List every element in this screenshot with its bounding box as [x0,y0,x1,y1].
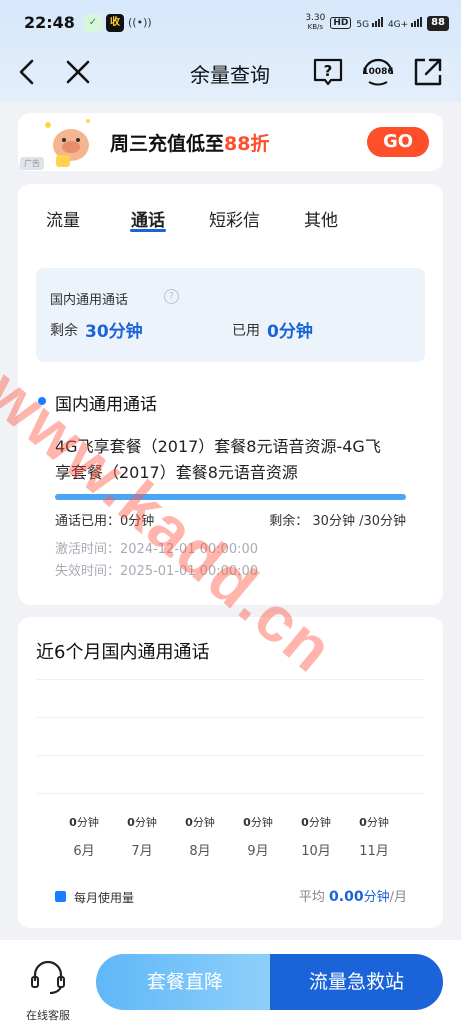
app-notification-icon: 收 [106,14,124,32]
month-label: 7月 [131,844,153,859]
activate-time: 激活时间：2024-12-01 00:00:00 [55,542,259,557]
grid-line [36,717,425,718]
status-time: 22:48 [24,13,75,32]
app-notification-icon: ✓ [84,14,102,32]
grid-line [36,793,425,794]
expire-time: 失效时间：2025-01-01 00:00:00 [55,564,259,579]
remaining-text: 剩余： 30分钟 /30分钟 [269,514,406,529]
month-usage-value: 0分钟 [127,816,157,829]
legend-label: 每月使用量 [74,891,135,905]
hotline-button[interactable]: 10086 [360,56,396,88]
close-icon [66,60,90,84]
month-usage-value: 0分钟 [69,816,99,829]
page-title: 余量查询 [190,63,270,87]
active-tab-indicator [130,229,166,232]
tab-other[interactable]: 其他 [304,206,338,231]
history-title: 近6个月国内通用通话 [36,642,210,663]
bottom-bar: 在线客服 套餐直降 流量急救站 [0,940,461,1024]
usage-card: 流量 通话 短彩信 其他 国内通用通话 ? 剩余 30分钟 已用 0分钟 国内通… [18,184,443,605]
legend-swatch [55,891,66,902]
usage-row: 通话已用：0分钟 剩余： 30分钟 /30分钟 [55,510,406,529]
ad-tag: 广告 [20,157,44,170]
month-label: 9月 [247,844,269,859]
close-button[interactable] [62,56,94,88]
navigation-bar: 余量查询 ? 10086 [0,44,461,102]
status-right-group: 3.30 KB/s HD 5G 4G+ 88 [305,14,449,32]
month-usage-value: 0分钟 [301,816,331,829]
average-usage: 平均 0.00分钟/月 [298,889,407,905]
month-label: 8月 [189,844,211,859]
online-service-label: 在线客服 [26,1009,70,1022]
section-title: 国内通用通话 [55,395,157,415]
back-button[interactable] [12,56,44,88]
mascot-icon [45,119,90,167]
month-label: 10月 [301,844,331,859]
month-label: 6月 [73,844,95,859]
data-rescue-button[interactable]: 流量急救站 [270,954,443,1010]
remaining-progress-bar [55,494,406,500]
hotline-number: 10086 [362,67,394,77]
history-card: 近6个月国内通用通话 0分钟 6月 0分钟 7月 0分钟 8月 0分钟 9月 0分钟 10月 0分钟… [18,617,443,928]
grid-line [36,755,425,756]
online-service-button[interactable]: 在线客服 [18,957,78,1022]
summary-box: 国内通用通话 ? 剩余 30分钟 已用 0分钟 [36,268,425,362]
share-button[interactable] [412,56,444,88]
hd-badge: HD [330,17,352,29]
month-label: 11月 [359,844,389,859]
help-button[interactable]: ? [312,56,344,88]
info-icon[interactable]: ? [164,289,179,304]
svg-text:?: ? [324,62,333,80]
used-text: 通话已用：0分钟 [55,514,155,529]
status-bar: 22:48 ✓ 收 ((•)) 3.30 KB/s HD 5G 4G+ 88 [0,0,461,44]
nfc-icon: ((•)) [128,16,152,29]
tab-voice[interactable]: 通话 [131,206,165,231]
tab-data[interactable]: 流量 [46,206,80,231]
summary-title: 国内通用通话 [50,293,129,308]
sim2-signal: 4G+ [388,16,423,30]
promo-banner[interactable]: 广告 周三充值低至88折 GO [18,113,443,171]
month-usage-value: 0分钟 [359,816,389,829]
share-icon [414,58,442,86]
sim1-signal: 5G [356,16,383,30]
package-name: 4G飞享套餐（2017）套餐8元语音资源-4G飞 享套餐（2017）套餐8元语音资… [55,437,381,482]
net-speed: 3.30 KB/s [305,13,326,32]
category-tabs: 流量 通话 短彩信 其他 [18,206,443,236]
top-area: 22:48 ✓ 收 ((•)) 3.30 KB/s HD 5G 4G+ 88 余量… [0,0,461,102]
used-label: 已用 [232,323,260,339]
grid-line [36,679,425,680]
month-usage-value: 0分钟 [185,816,215,829]
back-arrow-icon [19,59,34,85]
plan-discount-button[interactable]: 套餐直降 [96,954,274,1010]
promo-text: 周三充值低至88折 [110,133,270,155]
used-value: 0分钟 [267,322,313,342]
tab-sms[interactable]: 短彩信 [209,206,260,231]
remaining-value: 30分钟 [85,322,143,342]
customer-service-icon [31,960,65,994]
battery-indicator: 88 [427,15,449,31]
section-dot [38,397,46,405]
month-usage-value: 0分钟 [243,816,273,829]
remaining-label: 剩余 [50,323,78,339]
help-book-icon: ? [313,58,343,86]
go-button[interactable]: GO [367,127,429,157]
